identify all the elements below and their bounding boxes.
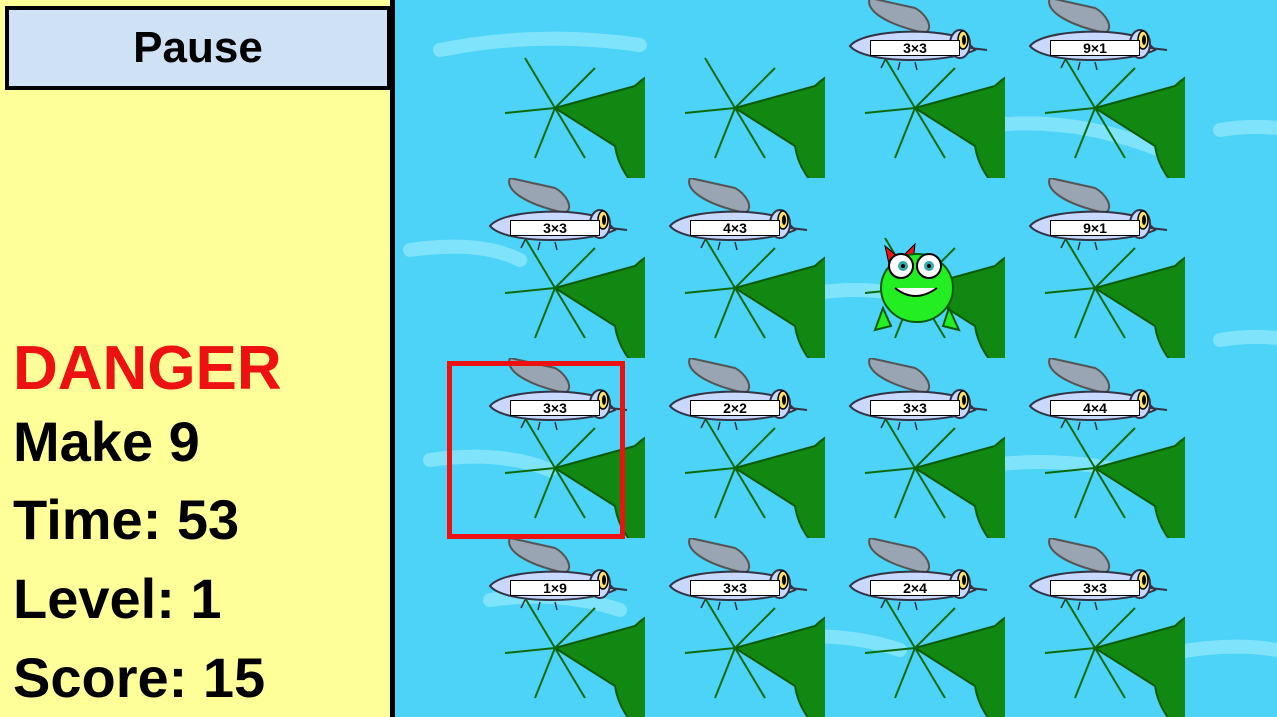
lily-pad-cell[interactable]: 9×1 (1005, 176, 1185, 358)
fly-expression-label: 3×3 (690, 580, 780, 596)
fly-icon: 1×9 (465, 536, 645, 618)
fly-icon: 3×3 (645, 536, 825, 618)
lily-pad-cell[interactable]: 3×3 (825, 356, 1005, 538)
lily-pad-with-frog[interactable] (825, 178, 1005, 358)
lily-pad-cell[interactable] (645, 0, 825, 178)
lily-pad-cell[interactable]: 4×3 (645, 176, 825, 358)
fly-expression-label: 9×1 (1050, 40, 1140, 56)
lily-pad-cell[interactable]: 3×3 (1005, 536, 1185, 717)
pond-board: 3×3 9×1 3×3 4×3 9×1 3×3 2×2 3×3 4×4 1×9 … (400, 0, 1277, 717)
lily-pad-cell[interactable]: 9×1 (1005, 0, 1185, 178)
lily-pad-cell[interactable]: 3×3 (465, 176, 645, 358)
target-text: Make 9 (13, 410, 200, 473)
fly-expression-label: 3×3 (870, 40, 960, 56)
fly-expression-label: 4×4 (1050, 400, 1140, 416)
fly-icon: 2×4 (825, 536, 1005, 618)
lily-pad-cell[interactable]: 3×3 (825, 0, 1005, 178)
fly-expression-label: 2×2 (690, 400, 780, 416)
fly-icon: 4×4 (1005, 356, 1185, 438)
sidebar: Pause DANGER Make 9 Time: 53 Level: 1 Sc… (0, 0, 395, 717)
lily-pad-icon (504, 57, 645, 178)
fly-expression-label: 9×1 (1050, 220, 1140, 236)
lily-pad-cell[interactable]: 2×4 (825, 536, 1005, 717)
fly-expression-label: 4×3 (690, 220, 780, 236)
fly-icon: 3×3 (465, 356, 645, 438)
lily-pad-cell[interactable]: 3×3 (465, 356, 645, 538)
pause-button[interactable]: Pause (5, 6, 391, 90)
fly-expression-label: 2×4 (870, 580, 960, 596)
lily-pad-cell[interactable]: 1×9 (465, 536, 645, 717)
fly-icon: 9×1 (1005, 176, 1185, 258)
fly-expression-label: 3×3 (510, 400, 600, 416)
fly-icon: 3×3 (465, 176, 645, 258)
fly-expression-label: 3×3 (1050, 580, 1140, 596)
lily-pad-cell[interactable]: 4×4 (1005, 356, 1185, 538)
lily-pad-cell[interactable]: 2×2 (645, 356, 825, 538)
level-readout: Level: 1 (13, 567, 222, 630)
lily-pad-cell[interactable] (465, 0, 645, 178)
fly-expression-label: 1×9 (510, 580, 600, 596)
lily-pad-icon (684, 57, 825, 178)
time-readout: Time: 53 (13, 488, 240, 551)
lily-pad-cell[interactable]: 3×3 (645, 536, 825, 717)
fly-icon: 2×2 (645, 356, 825, 438)
score-readout: Score: 15 (13, 646, 266, 709)
fly-icon: 3×3 (825, 356, 1005, 438)
fly-icon: 3×3 (1005, 536, 1185, 618)
fly-icon: 3×3 (825, 0, 1005, 78)
fly-expression-label: 3×3 (510, 220, 600, 236)
fly-icon: 4×3 (645, 176, 825, 258)
fly-icon: 9×1 (1005, 0, 1185, 78)
danger-warning: DANGER (13, 334, 282, 403)
fly-expression-label: 3×3 (870, 400, 960, 416)
